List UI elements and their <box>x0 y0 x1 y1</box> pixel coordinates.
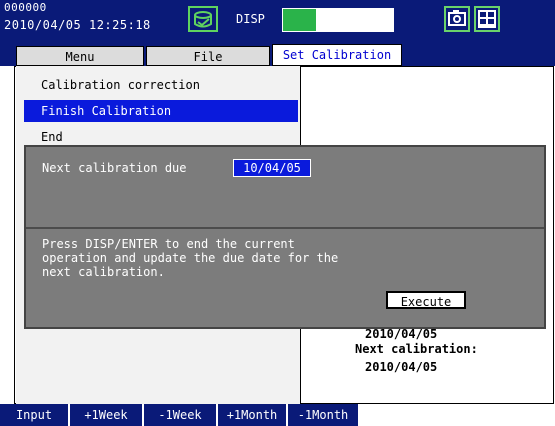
batch-id: 000000 <box>4 1 47 14</box>
screen: 000000 2010/04/05 12:25:18 DISP 47min Me… <box>0 0 555 426</box>
dialog-divider <box>26 227 544 229</box>
tab-set-calibration[interactable]: Set Calibration <box>272 44 402 66</box>
date-time: 2010/04/05 12:25:18 <box>4 18 151 32</box>
message-line-3: next calibration. <box>42 265 165 279</box>
status-bar: 000000 2010/04/05 12:25:18 DISP 47min <box>0 0 555 40</box>
due-label: Next calibration due <box>42 161 187 175</box>
next-calibration-label: Next calibration: <box>355 342 478 356</box>
execute-button[interactable]: Execute <box>386 291 466 309</box>
tab-file[interactable]: File <box>146 46 270 66</box>
softkey-bar: Input +1Week -1Week +1Month -1Month <box>0 404 555 426</box>
camera-icon <box>444 6 470 32</box>
softkey-plus-1-week[interactable]: +1Week <box>70 404 144 426</box>
softkey-input[interactable]: Input <box>0 404 70 426</box>
softkey-plus-1-month[interactable]: +1Month <box>218 404 288 426</box>
memory-remaining: 47min <box>326 12 363 26</box>
due-date-field[interactable]: 10/04/05 <box>233 159 311 177</box>
message-line-1: Press DISP/ENTER to end the current <box>42 237 295 251</box>
last-calibration-date: 2010/04/05 <box>365 327 438 341</box>
softkey-minus-1-month[interactable]: -1Month <box>288 404 360 426</box>
cf-card-icon <box>188 6 218 32</box>
menu-item-finish-calibration[interactable]: Finish Calibration <box>24 100 298 122</box>
softkey-minus-1-week[interactable]: -1Week <box>144 404 218 426</box>
message-line-2: operation and update the due date for th… <box>42 251 339 265</box>
menu-item-calibration-correction[interactable]: Calibration correction <box>24 74 298 96</box>
tab-bar: Menu File Set Calibration <box>0 40 555 66</box>
calculator-icon <box>474 6 500 32</box>
memory-fill <box>283 9 316 31</box>
next-calibration-date: 2010/04/05 <box>365 360 438 374</box>
tab-menu[interactable]: Menu <box>16 46 144 66</box>
finish-calibration-dialog: Next calibration due 10/04/05 Press DISP… <box>24 145 546 329</box>
disp-label: DISP <box>236 12 265 26</box>
